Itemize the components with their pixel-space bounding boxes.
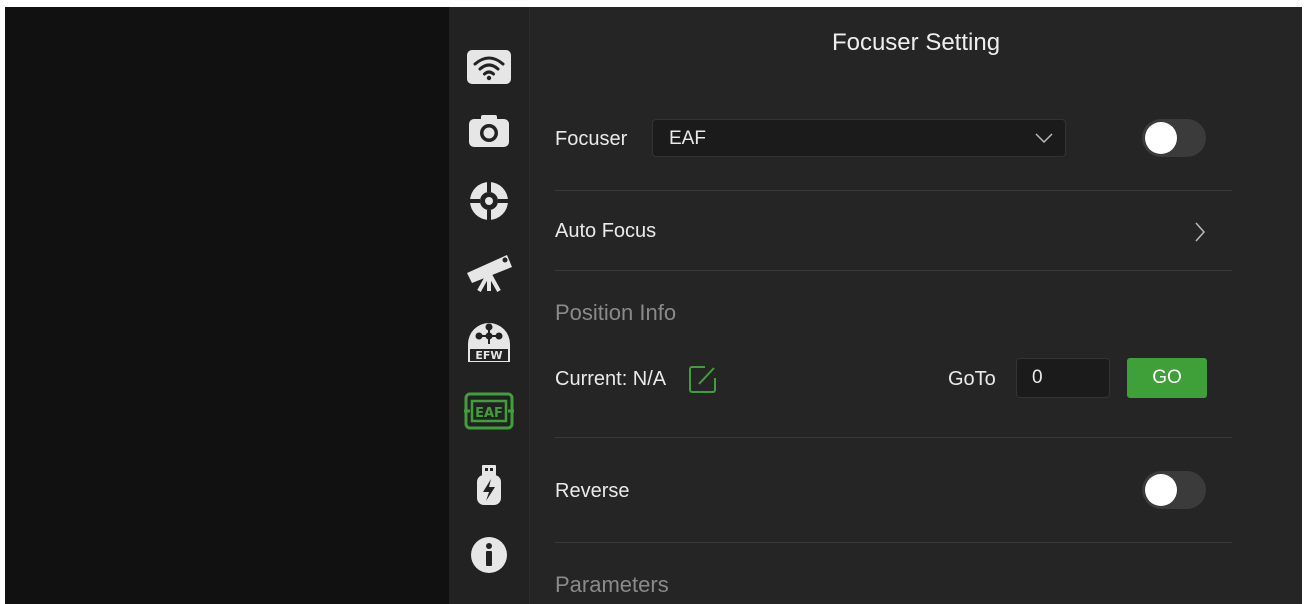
eaf-icon: EAF [464,392,514,430]
focuser-select[interactable]: EAF [652,119,1066,157]
current-position-label: Current: N/A [555,368,667,390]
sidebar-item-efw[interactable]: EFW [449,313,529,369]
goto-position-input[interactable]: 0 [1016,358,1110,398]
sidebar-item-eaf[interactable]: EAF [449,383,529,439]
parameters-heading: Parameters [555,572,669,597]
telescope-icon [467,255,512,292]
go-button[interactable]: GO [1127,358,1207,398]
crosshair-icon [470,182,508,220]
svg-text:EAF: EAF [475,406,503,421]
divider [555,437,1232,438]
auto-focus-label: Auto Focus [555,220,657,242]
efw-icon: EFW [468,323,510,362]
reverse-toggle[interactable] [1142,471,1206,509]
sidebar-item-info[interactable] [449,527,529,583]
svg-text:EFW: EFW [475,349,502,362]
position-info-heading: Position Info [555,300,677,325]
divider [555,542,1232,543]
divider [555,270,1232,271]
info-icon [471,537,507,573]
left-pane [5,7,449,604]
sidebar: EFW EAF [449,7,530,604]
focuser-label: Focuser [555,128,628,150]
wifi-icon [467,50,511,84]
sidebar-item-camera[interactable] [449,103,529,159]
chevron-right-icon[interactable] [1194,222,1206,242]
focuser-settings-panel: Focuser Setting Focuser EAF Auto Focus P… [530,7,1302,604]
sidebar-item-telescope[interactable] [449,243,529,299]
chevron-down-icon [1035,133,1053,144]
edit-icon[interactable] [688,364,718,394]
focuser-select-value: EAF [669,128,706,149]
sidebar-item-usb-power[interactable] [449,457,529,513]
toggle-knob [1145,474,1177,506]
sidebar-item-guide[interactable] [449,173,529,229]
camera-icon [469,115,509,147]
usb-power-icon [477,465,501,505]
goto-label: GoTo [948,368,996,390]
divider [555,190,1232,191]
sidebar-item-wifi[interactable] [449,39,529,95]
page-title: Focuser Setting [831,29,1001,56]
focuser-toggle[interactable] [1142,119,1206,157]
toggle-knob [1145,122,1177,154]
reverse-label: Reverse [555,480,630,502]
